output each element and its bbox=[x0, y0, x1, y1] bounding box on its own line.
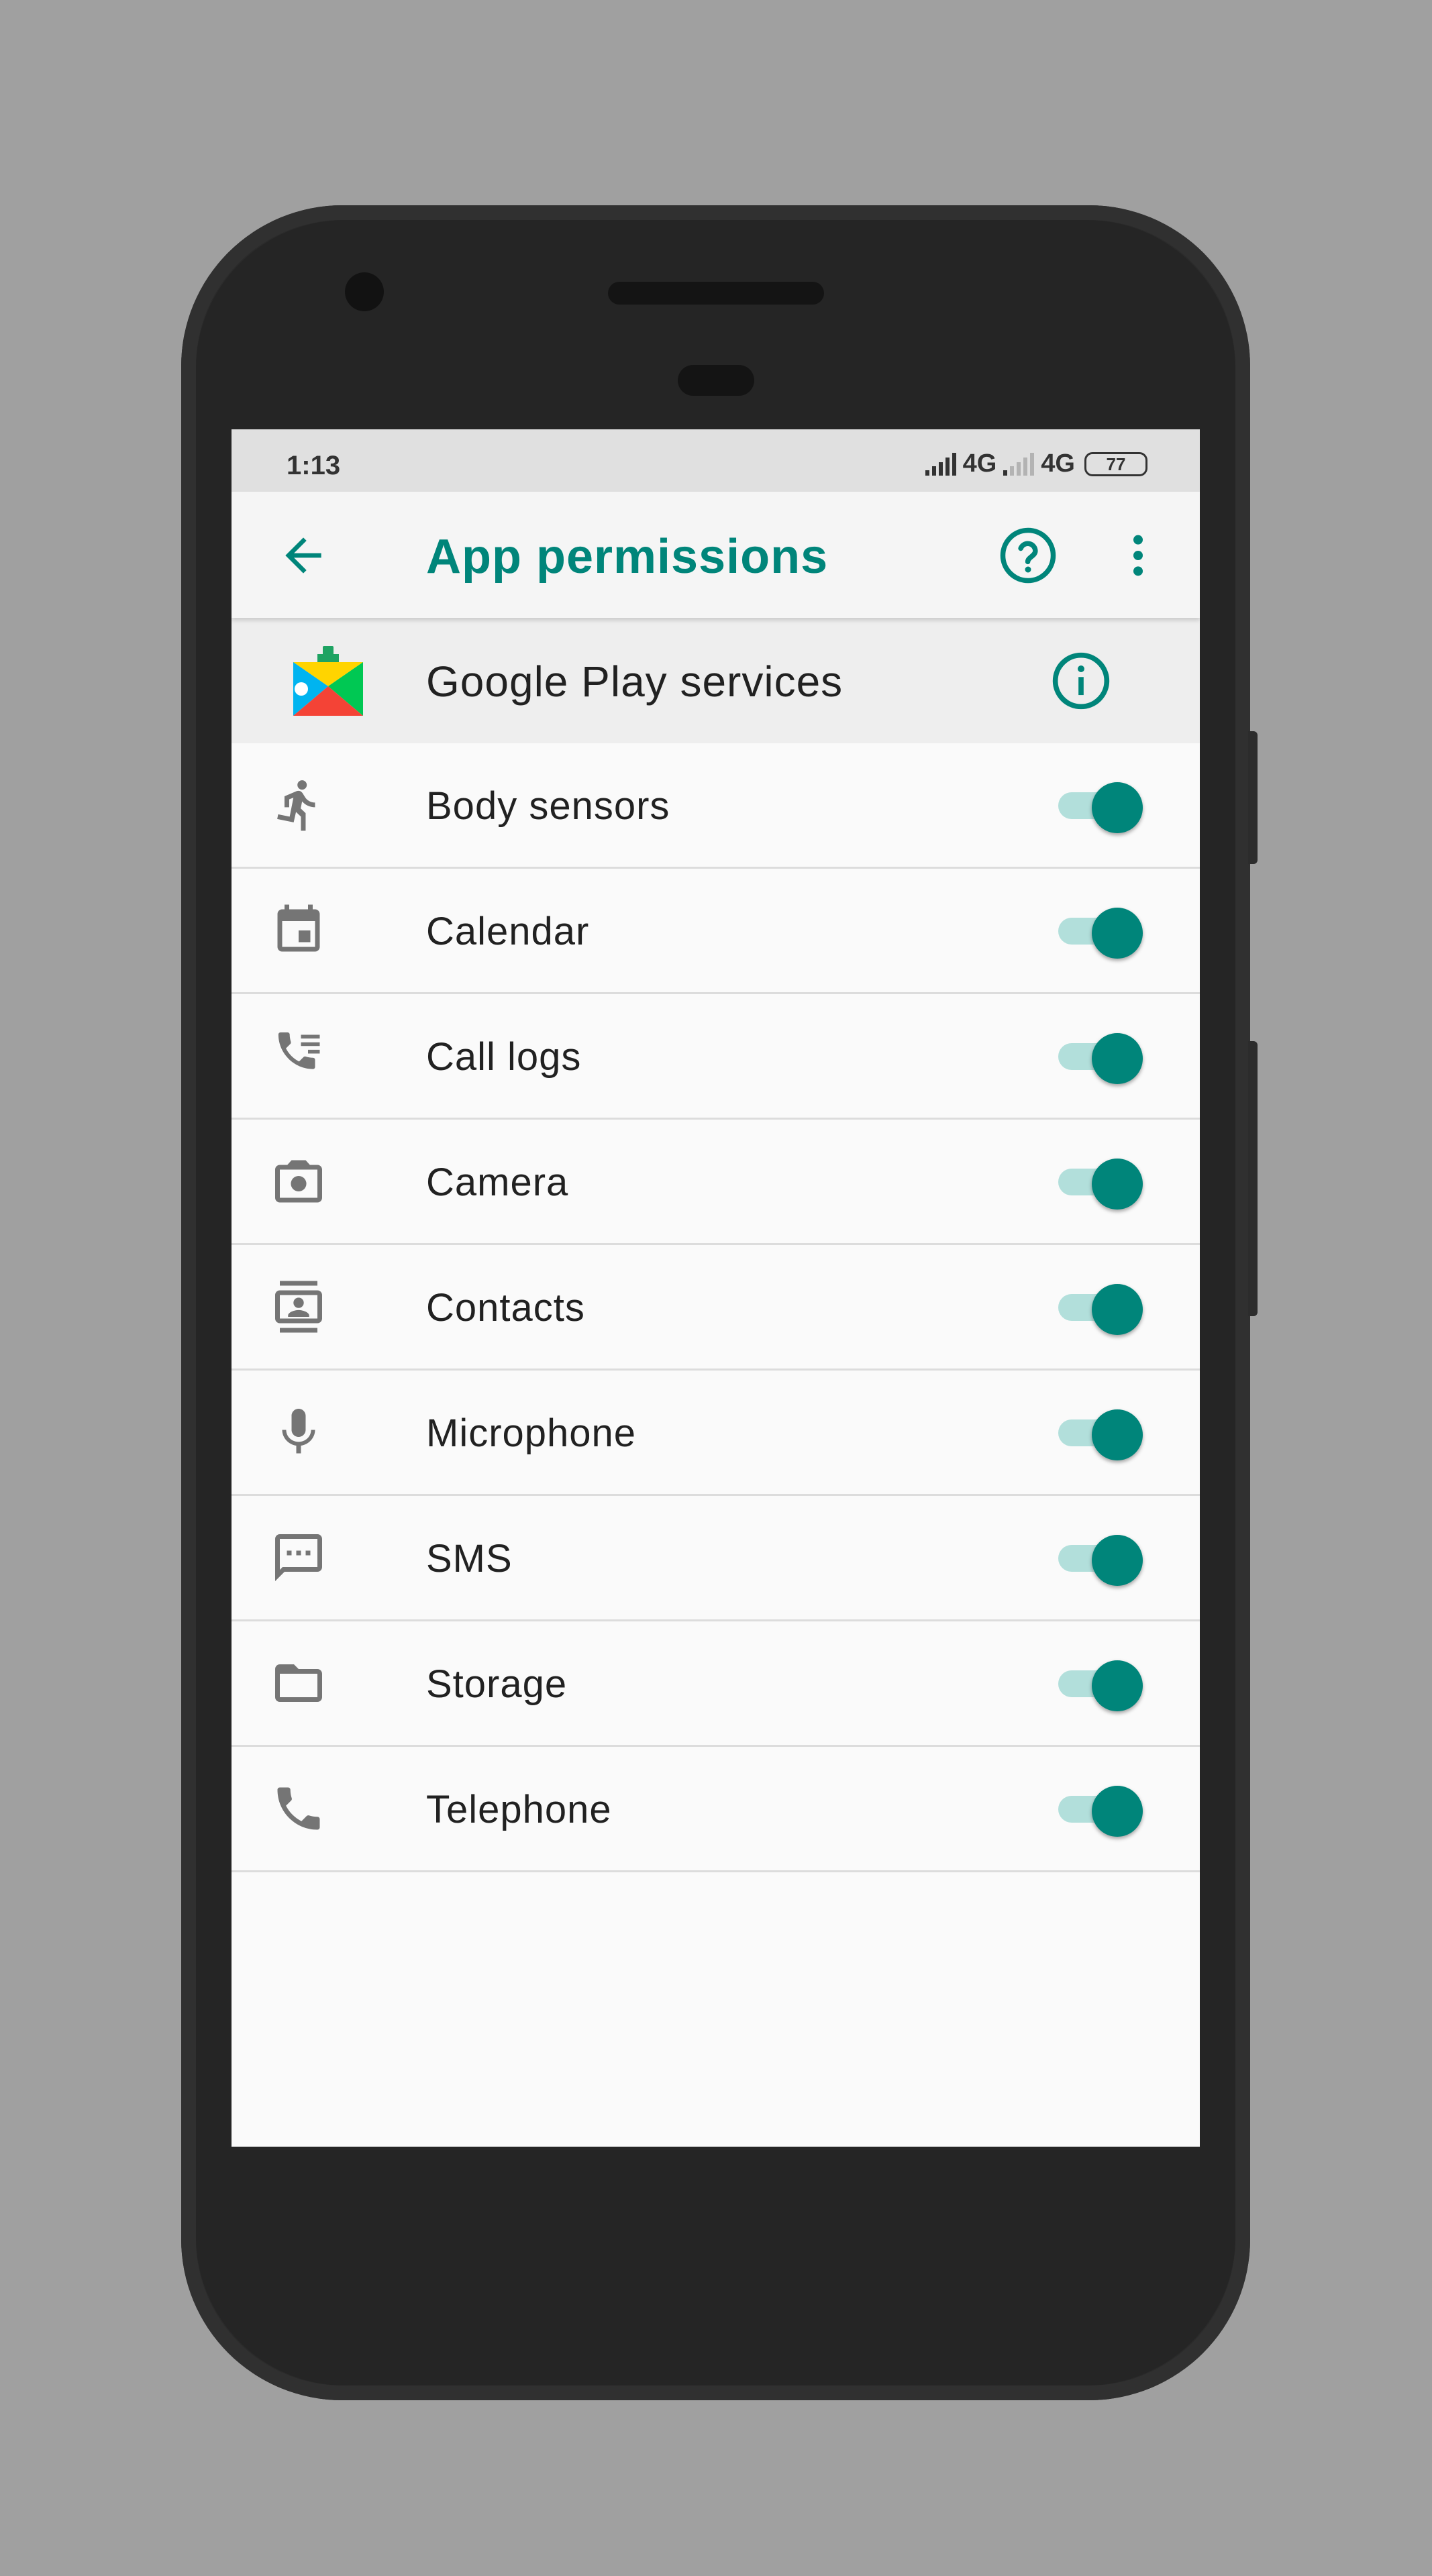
proximity-sensor bbox=[678, 365, 754, 396]
body-sensors-toggle[interactable] bbox=[1058, 782, 1145, 833]
sms-icon bbox=[266, 1525, 331, 1590]
page-title: App permissions bbox=[426, 530, 829, 584]
permission-label: SMS bbox=[426, 1537, 513, 1580]
power-button bbox=[1248, 731, 1258, 864]
permission-label: Call logs bbox=[426, 1035, 582, 1079]
microphone-toggle[interactable] bbox=[1058, 1409, 1145, 1460]
storage-toggle[interactable] bbox=[1058, 1660, 1145, 1711]
camera-icon bbox=[266, 1149, 331, 1214]
more-vert-icon bbox=[1133, 535, 1143, 576]
calendar-icon bbox=[266, 898, 331, 963]
contacts-icon bbox=[266, 1275, 331, 1339]
help-button[interactable] bbox=[998, 525, 1058, 586]
network-type-2: 4G bbox=[1041, 449, 1075, 478]
permission-label: Body sensors bbox=[426, 784, 670, 828]
permission-label: Contacts bbox=[426, 1286, 585, 1330]
back-button[interactable] bbox=[273, 525, 334, 586]
call-log-icon bbox=[266, 1024, 331, 1088]
phone-screen: 1:13 4G 4G 77 App permissions Google Pla… bbox=[232, 429, 1200, 2147]
battery-icon: 77 bbox=[1084, 451, 1147, 476]
app-info-button[interactable] bbox=[1050, 650, 1112, 712]
signal-strength-icon bbox=[925, 452, 956, 476]
permission-row-calendar[interactable]: Calendar bbox=[232, 869, 1200, 994]
telephone-toggle[interactable] bbox=[1058, 1786, 1145, 1837]
permission-row-telephone[interactable]: Telephone bbox=[232, 1747, 1200, 1872]
permission-row-contacts[interactable]: Contacts bbox=[232, 1245, 1200, 1371]
arrow-left-icon bbox=[285, 537, 321, 574]
calendar-toggle[interactable] bbox=[1058, 908, 1145, 959]
permission-row-microphone[interactable]: Microphone bbox=[232, 1371, 1200, 1496]
contacts-toggle[interactable] bbox=[1058, 1284, 1145, 1335]
google-play-services-icon bbox=[293, 646, 363, 716]
help-circle-icon bbox=[1000, 527, 1056, 584]
status-bar: 1:13 4G 4G 77 bbox=[232, 429, 1200, 492]
permission-row-storage[interactable]: Storage bbox=[232, 1621, 1200, 1747]
phone-icon bbox=[266, 1776, 331, 1841]
microphone-icon bbox=[266, 1400, 331, 1464]
app-bar: App permissions bbox=[232, 492, 1200, 618]
network-type-1: 4G bbox=[962, 449, 997, 478]
folder-icon bbox=[266, 1651, 331, 1715]
app-name: Google Play services bbox=[426, 657, 843, 706]
permission-row-body-sensors[interactable]: Body sensors bbox=[232, 743, 1200, 869]
permission-label: Microphone bbox=[426, 1411, 637, 1455]
volume-button bbox=[1248, 1041, 1258, 1316]
more-options-button[interactable] bbox=[1108, 525, 1168, 586]
status-time: 1:13 bbox=[287, 451, 341, 480]
permission-label: Telephone bbox=[426, 1788, 612, 1831]
signal-strength-2-icon bbox=[1003, 452, 1035, 476]
camera-toggle[interactable] bbox=[1058, 1159, 1145, 1210]
info-icon bbox=[1052, 652, 1110, 710]
permission-row-camera[interactable]: Camera bbox=[232, 1120, 1200, 1245]
sms-toggle[interactable] bbox=[1058, 1535, 1145, 1586]
front-camera bbox=[345, 272, 384, 311]
call-logs-toggle[interactable] bbox=[1058, 1033, 1145, 1084]
earpiece-speaker bbox=[608, 282, 824, 305]
permission-label: Storage bbox=[426, 1662, 568, 1706]
running-person-icon bbox=[266, 773, 331, 837]
permission-list: Body sensors Calendar Call logs Camera C… bbox=[232, 743, 1200, 1872]
permission-label: Calendar bbox=[426, 910, 590, 953]
permission-label: Camera bbox=[426, 1161, 569, 1204]
status-indicators: 4G 4G 77 bbox=[925, 449, 1147, 478]
permission-row-call-logs[interactable]: Call logs bbox=[232, 994, 1200, 1120]
permission-row-sms[interactable]: SMS bbox=[232, 1496, 1200, 1621]
app-header: Google Play services bbox=[232, 618, 1200, 743]
